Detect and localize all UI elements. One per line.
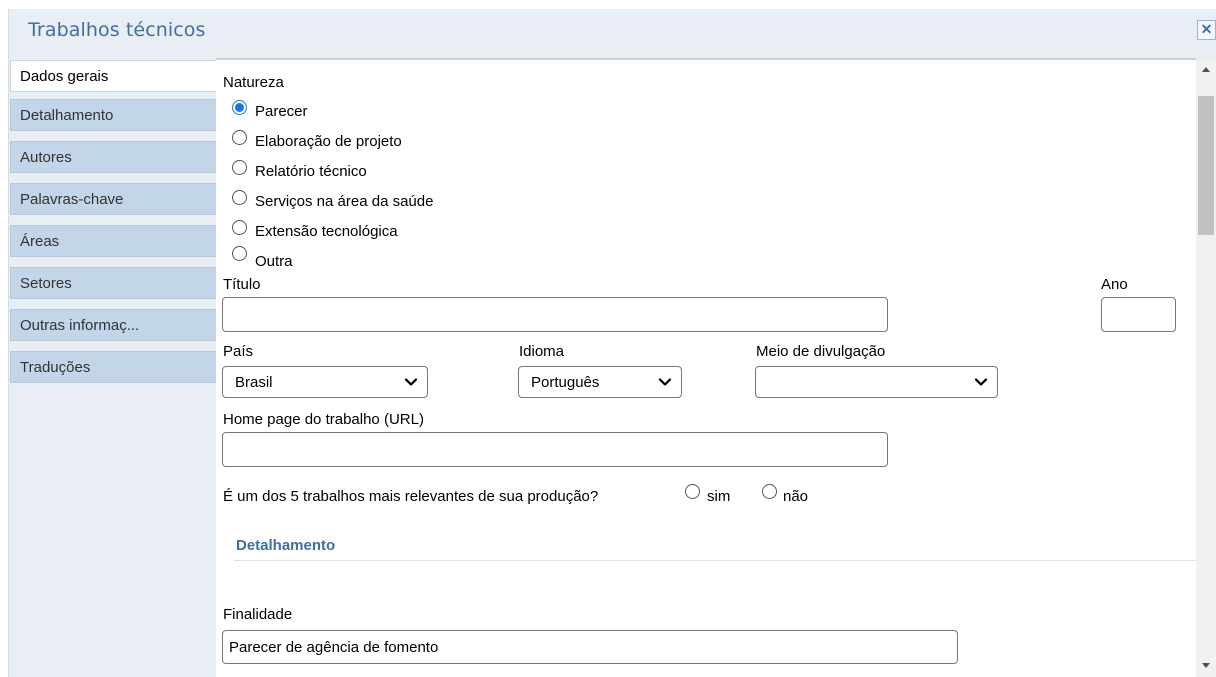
radio-parecer[interactable]: [232, 100, 247, 115]
close-button[interactable]: ✕: [1197, 20, 1216, 40]
close-icon: ✕: [1200, 21, 1213, 37]
chevron-down-icon: [404, 378, 418, 386]
radio-label-parecer: Parecer: [255, 103, 308, 120]
ano-label: Ano: [1101, 276, 1128, 293]
chevron-down-icon: [658, 378, 672, 386]
homepage-label: Home page do trabalho (URL): [223, 411, 424, 428]
radio-label-nao: não: [783, 488, 809, 505]
tab-setores[interactable]: Setores: [10, 267, 216, 299]
scroll-up-button[interactable]: [1196, 60, 1216, 80]
idioma-label: Idioma: [519, 343, 565, 360]
pais-select-value: Brasil: [235, 374, 273, 391]
window-title: Trabalhos técnicos: [28, 19, 206, 41]
pais-label: País: [223, 343, 254, 360]
radio-label-relatorio-tecnico: Relatório técnico: [255, 163, 367, 180]
relevante-question: É um dos 5 trabalhos mais relevantes de …: [223, 488, 599, 505]
arrow-up-icon: [1202, 67, 1210, 72]
finalidade-input[interactable]: [222, 630, 958, 664]
tab-detalhamento[interactable]: Detalhamento: [10, 99, 216, 131]
radio-label-sim: sim: [707, 488, 731, 505]
tab-dados-gerais[interactable]: Dados gerais: [10, 60, 216, 92]
tab-outras-informacoes[interactable]: Outras informaç...: [10, 309, 216, 341]
radio-label-servicos-saude: Serviços na área da saúde: [255, 193, 434, 210]
arrow-down-icon: [1202, 663, 1210, 668]
tab-palavras-chave[interactable]: Palavras-chave: [10, 183, 216, 215]
radio-relevante-nao[interactable]: [762, 484, 777, 499]
radio-extensao-tecnologica[interactable]: [232, 220, 247, 235]
radio-servicos-saude[interactable]: [232, 190, 247, 205]
radio-label-extensao-tecnologica: Extensão tecnológica: [255, 223, 398, 240]
ano-input[interactable]: [1101, 297, 1176, 332]
tab-traducoes[interactable]: Traduções: [10, 351, 216, 383]
chevron-down-icon: [974, 378, 988, 386]
section-divider: [234, 560, 1196, 561]
tab-areas[interactable]: Áreas: [10, 225, 216, 257]
radio-relatorio-tecnico[interactable]: [232, 160, 247, 175]
natureza-label: Natureza: [223, 74, 284, 91]
radio-outra[interactable]: [232, 246, 247, 261]
scrollbar-thumb[interactable]: [1198, 96, 1214, 235]
titulo-label: Título: [223, 276, 261, 293]
finalidade-label: Finalidade: [223, 606, 293, 623]
meio-divulgacao-select[interactable]: [755, 366, 998, 398]
idioma-select-value: Português: [531, 374, 600, 391]
radio-elaboracao-projeto[interactable]: [232, 130, 247, 145]
meio-divulgacao-label: Meio de divulgação: [756, 343, 886, 360]
homepage-input[interactable]: [222, 432, 888, 467]
section-title-detalhamento: Detalhamento: [236, 537, 336, 554]
tab-autores[interactable]: Autores: [10, 141, 216, 173]
scroll-down-button[interactable]: [1196, 655, 1216, 675]
titulo-input[interactable]: [222, 297, 888, 332]
radio-label-elaboracao-projeto: Elaboração de projeto: [255, 133, 402, 150]
content-top-border: [216, 58, 1196, 60]
radio-label-outra: Outra: [255, 253, 293, 270]
pais-select[interactable]: Brasil: [222, 366, 428, 398]
idioma-select[interactable]: Português: [518, 366, 682, 398]
radio-relevante-sim[interactable]: [685, 484, 700, 499]
